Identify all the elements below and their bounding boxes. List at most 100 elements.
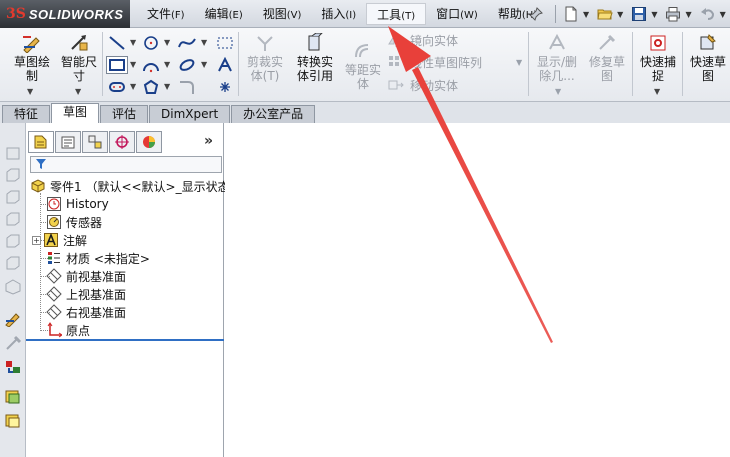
chevron-down-icon[interactable]: ▼ xyxy=(164,38,170,47)
view-isometric-icon[interactable] xyxy=(4,279,22,295)
print-icon[interactable] xyxy=(662,4,684,24)
slot-icon[interactable] xyxy=(106,78,128,96)
repair-sketch-button[interactable]: 修复草 图 xyxy=(584,32,630,83)
more-tabs-button[interactable]: » xyxy=(204,133,213,149)
chevron-down-icon[interactable]: ▼ xyxy=(201,60,207,69)
fillet-icon[interactable] xyxy=(176,78,198,96)
undo-icon[interactable] xyxy=(697,4,719,24)
view-bottom-icon[interactable] xyxy=(4,255,22,271)
move-entities-button[interactable]: 移动实体 xyxy=(388,76,458,94)
tree-node-sensors[interactable]: 传感器 xyxy=(46,213,102,231)
chevron-down-icon[interactable]: ▼ xyxy=(685,10,691,19)
menu-view[interactable]: 视图(V) xyxy=(253,3,312,25)
display-delete-relations-button[interactable]: 显示/删 除几... xyxy=(532,32,582,83)
line-icon[interactable] xyxy=(106,34,128,52)
tree-node-history[interactable]: History xyxy=(46,195,109,213)
circle-icon[interactable] xyxy=(140,34,162,52)
tree-node-origin[interactable]: 原点 xyxy=(46,321,90,339)
relations-icon[interactable] xyxy=(4,359,22,375)
tree-node-top-plane[interactable]: 上视基准面 xyxy=(46,285,126,303)
layer-properties-icon[interactable] xyxy=(4,413,22,429)
smart-dimension-label: 智能尺 寸 xyxy=(60,55,97,83)
configuration-manager-tab[interactable] xyxy=(82,131,108,153)
chevron-down-icon[interactable]: ▼ xyxy=(654,87,660,96)
repair-sketch-icon[interactable] xyxy=(4,335,22,351)
graphics-area[interactable] xyxy=(225,123,730,457)
menu-insert[interactable]: 插入(I) xyxy=(311,3,366,25)
chevron-down-icon[interactable]: ▼ xyxy=(583,10,589,19)
spline-icon[interactable] xyxy=(176,34,198,52)
feature-tree-tab[interactable] xyxy=(28,131,54,153)
chevron-down-icon[interactable]: ▼ xyxy=(516,58,522,67)
dimxpert-manager-tab[interactable] xyxy=(109,131,135,153)
rectangle-icon[interactable] xyxy=(106,56,128,74)
solidworks-logo[interactable]: 3S SOLIDWORKS xyxy=(0,0,130,28)
smart-dimension-icon xyxy=(66,32,92,54)
chevron-down-icon[interactable]: ▼ xyxy=(164,82,170,91)
tree-node-front-plane[interactable]: 前视基准面 xyxy=(46,267,126,285)
menu-edit[interactable]: 编辑(E) xyxy=(195,3,253,25)
chevron-down-icon[interactable]: ▼ xyxy=(130,82,136,91)
new-document-icon[interactable] xyxy=(560,4,582,24)
tree-node-part[interactable]: 零件1 （默认<<默认>_显示状态 xyxy=(30,177,230,195)
command-manager-tabs: 特征 草图 评估 DimXpert 办公室产品 xyxy=(0,102,730,123)
chevron-down-icon[interactable]: ▼ xyxy=(651,10,657,19)
chevron-down-icon[interactable]: ▼ xyxy=(720,10,726,19)
repair-sketch-icon xyxy=(594,32,620,54)
chevron-down-icon[interactable]: ▼ xyxy=(617,10,623,19)
open-folder-icon[interactable] xyxy=(594,4,616,24)
menu-file[interactable]: 文件(F) xyxy=(137,3,195,25)
menu-window[interactable]: 窗口(W) xyxy=(426,3,488,25)
view-front-icon[interactable] xyxy=(4,145,22,161)
menu-insert-label: 插入 xyxy=(321,7,346,21)
tab-features[interactable]: 特征 xyxy=(2,105,51,123)
chevron-down-icon[interactable]: ▼ xyxy=(27,87,33,96)
expand-icon[interactable]: + xyxy=(32,235,41,245)
menu-tools[interactable]: 工具(T) xyxy=(366,3,427,25)
chevron-down-icon[interactable]: ▼ xyxy=(555,87,561,96)
smart-dimension-button[interactable]: 智能尺 寸 xyxy=(56,32,102,83)
ellipse-icon[interactable] xyxy=(176,56,198,74)
save-icon[interactable] xyxy=(628,4,650,24)
rapid-sketch-button[interactable]: 快速草 图 xyxy=(686,32,730,83)
chevron-down-icon[interactable]: ▼ xyxy=(201,38,207,47)
tab-sketch[interactable]: 草图 xyxy=(51,103,100,123)
annotations-label: 注解 xyxy=(63,233,88,248)
chevron-down-icon[interactable]: ▼ xyxy=(130,38,136,47)
layer-icon[interactable] xyxy=(4,389,22,405)
quick-snaps-button[interactable]: 快速捕 捉 xyxy=(636,32,680,83)
rollback-bar[interactable] xyxy=(26,339,224,341)
chevron-down-icon[interactable]: ▼ xyxy=(164,60,170,69)
display-manager-tab[interactable] xyxy=(136,131,162,153)
chevron-down-icon[interactable]: ▼ xyxy=(130,60,136,69)
tab-evaluate[interactable]: 评估 xyxy=(100,105,149,123)
sketch-edit-icon[interactable] xyxy=(4,311,22,327)
menu-bar: 文件(F) 编辑(E) 视图(V) 插入(I) 工具(T) 窗口(W) 帮助(H… xyxy=(137,0,547,28)
trim-entities-button[interactable]: 剪裁实 体(T) xyxy=(242,32,288,83)
view-left-icon[interactable] xyxy=(4,189,22,205)
convert-entities-button[interactable]: 转换实 体引用 xyxy=(290,32,340,83)
property-manager-tab[interactable] xyxy=(55,131,81,153)
tree-node-annotations[interactable]: + 注解 xyxy=(32,231,87,249)
view-top-icon[interactable] xyxy=(4,233,22,249)
sketch-button[interactable]: 草图绘 制 xyxy=(6,32,58,83)
linear-pattern-button[interactable]: 线性草图阵列 xyxy=(388,53,482,71)
view-right-icon[interactable] xyxy=(4,211,22,227)
tree-node-right-plane[interactable]: 右视基准面 xyxy=(46,303,126,321)
feature-tree-filter[interactable] xyxy=(30,156,222,173)
mirror-entities-button[interactable]: 镜向实体 xyxy=(388,31,458,49)
tree-node-material[interactable]: 材质 <未指定> xyxy=(46,249,150,267)
view-back-icon[interactable] xyxy=(4,167,22,183)
text-tool-icon[interactable] xyxy=(214,56,236,74)
chevron-down-icon[interactable]: ▼ xyxy=(75,87,81,96)
polygon-icon[interactable] xyxy=(140,78,162,96)
pin-icon[interactable] xyxy=(525,4,547,24)
point-icon[interactable] xyxy=(214,78,236,96)
trim-icon xyxy=(252,32,278,54)
tab-dimxpert[interactable]: DimXpert xyxy=(149,105,231,123)
arc-icon[interactable] xyxy=(140,56,162,74)
offset-entities-button[interactable]: 等距实 体 xyxy=(340,40,386,91)
construction-geometry-icon[interactable] xyxy=(214,34,236,52)
tab-office-products[interactable]: 办公室产品 xyxy=(231,105,316,123)
sensor-icon xyxy=(46,214,62,230)
